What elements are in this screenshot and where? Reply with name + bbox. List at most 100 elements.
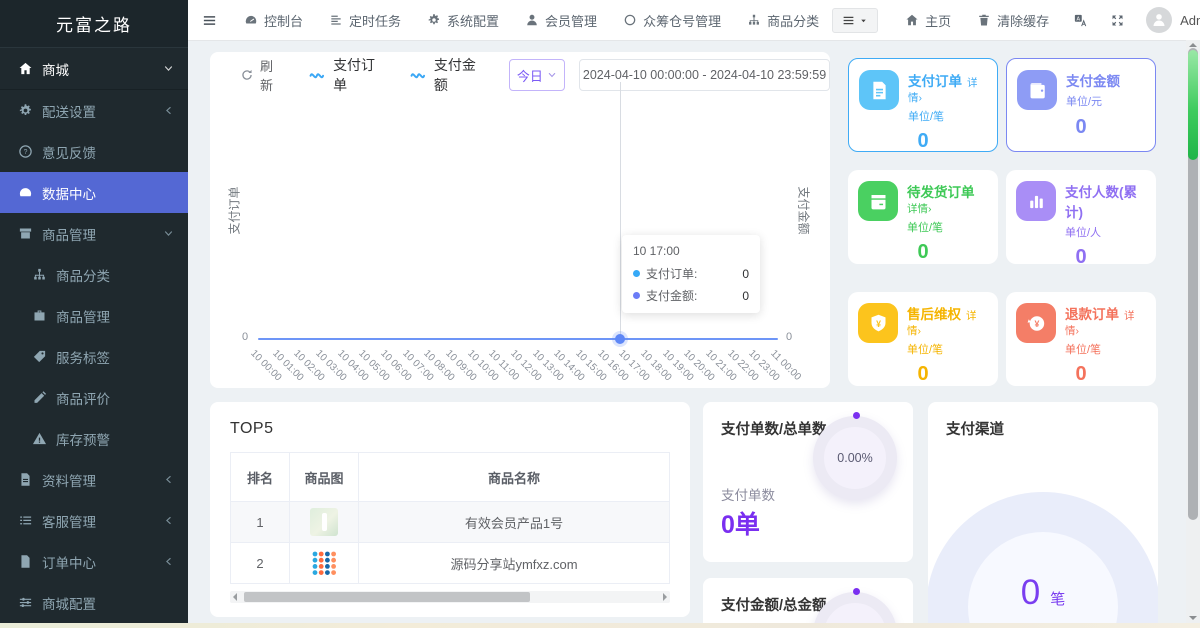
translate-button[interactable]: A bbox=[1062, 13, 1099, 28]
sidebar-item-6[interactable]: 商品管理 bbox=[0, 295, 188, 336]
nav-item-1[interactable]: 定时任务 bbox=[316, 0, 414, 40]
stat-card-5: ¥ 退款订单 详情› 单位/笔 0 bbox=[1006, 292, 1156, 386]
sidebar-toggle-button[interactable] bbox=[188, 13, 231, 28]
stat-text: 退款订单 详情› 单位/笔 bbox=[1065, 303, 1146, 357]
navbar-right: 主页 清除缓存 A Admin bbox=[832, 0, 1200, 40]
stat-value: 0 bbox=[917, 363, 929, 385]
stat-card-0: 支付订单 详情› 单位/笔 0 bbox=[848, 58, 998, 152]
archive-icon bbox=[18, 226, 33, 241]
shield-yen-icon: ¥ bbox=[868, 313, 889, 334]
table-row[interactable]: 1 有效会员产品1号 bbox=[230, 501, 670, 543]
stat-card-top: 支付订单 详情› 单位/笔 bbox=[859, 70, 987, 124]
question-icon: ? bbox=[18, 144, 33, 159]
sidebar-item-8[interactable]: 商品评价 bbox=[0, 377, 188, 418]
sidebar-item-0[interactable]: 商城 bbox=[0, 47, 188, 90]
briefcase-icon bbox=[32, 308, 47, 323]
sidebar-item-label: 配送设置 bbox=[42, 104, 96, 120]
channel-title: 支付渠道 bbox=[946, 422, 1004, 438]
scrollbar-thumb[interactable] bbox=[244, 592, 530, 602]
nav-item-label: 定时任务 bbox=[349, 13, 402, 29]
table-row[interactable]: 2 源码分享站ymfxz.com bbox=[230, 542, 670, 584]
fullscreen-button[interactable] bbox=[1099, 13, 1136, 28]
stat-unit: 单位/人 bbox=[1065, 227, 1102, 239]
top-navbar: 控制台 定时任务 系统配置 会员管理 众筹仓号管理 商品分类 主页 清除缓存 A bbox=[188, 0, 1200, 41]
tab-label: 支付订单 bbox=[333, 57, 376, 93]
scroll-left-arrow-icon[interactable] bbox=[233, 593, 237, 601]
top5-card: TOP5 排名 商品图 商品名称 1 有效会员产品1号 2 源码分享站ymfxz.co… bbox=[210, 402, 690, 617]
sidebar-item-10[interactable]: 资料管理 bbox=[0, 459, 188, 500]
hamburger-icon bbox=[202, 13, 217, 28]
tab-pay-orders[interactable]: 支付订单 bbox=[309, 55, 384, 95]
chart-series-line[interactable] bbox=[258, 338, 778, 340]
nav-item-2[interactable]: 系统配置 bbox=[414, 0, 512, 40]
sidebar-item-2[interactable]: ? 意见反馈 bbox=[0, 131, 188, 172]
stat-unit: 单位/笔 bbox=[907, 222, 944, 234]
sidebar-nav: 商城 配送设置? 意见反馈 数据中心 商品管理 商品分类 商品管理 服务标签 商品评价 库存预警资… bbox=[0, 47, 188, 623]
sidebar-item-13[interactable]: 商城配置 bbox=[0, 582, 188, 623]
sidebar-item-5[interactable]: 商品分类 bbox=[0, 254, 188, 295]
svg-text:¥: ¥ bbox=[876, 318, 881, 328]
clear-cache-button[interactable]: 清除缓存 bbox=[964, 0, 1062, 40]
vertical-scrollbar[interactable] bbox=[1186, 40, 1200, 628]
gauge-percent: 0.00% bbox=[837, 451, 873, 465]
product-thumbnail bbox=[310, 508, 338, 536]
date-range-input[interactable]: 2024-04-10 00:00:00 - 2024-04-10 23:59:5… bbox=[579, 59, 830, 91]
invoice-icon bbox=[869, 80, 890, 101]
sidebar-item-11[interactable]: 客服管理 bbox=[0, 500, 188, 541]
sidebar-item-7[interactable]: 服务标签 bbox=[0, 336, 188, 377]
nav-item-5[interactable]: 商品分类 bbox=[734, 0, 832, 40]
svg-text:¥: ¥ bbox=[1034, 318, 1039, 328]
sidebar-item-4[interactable]: 商品管理 bbox=[0, 213, 188, 254]
chevron-left-icon bbox=[163, 474, 174, 485]
home-button[interactable]: 主页 bbox=[892, 0, 964, 40]
nav-item-label: 会员管理 bbox=[545, 13, 598, 29]
chart-hover-dot bbox=[615, 334, 625, 344]
cell-rank: 1 bbox=[230, 501, 290, 543]
gauge-dot bbox=[853, 588, 860, 595]
chart-bars-icon bbox=[1026, 191, 1047, 212]
cell-name: 源码分享站ymfxz.com bbox=[358, 542, 670, 584]
chart-hover-line bbox=[620, 82, 621, 339]
avatar[interactable] bbox=[1146, 7, 1173, 33]
chevron-down-icon bbox=[163, 63, 174, 74]
sidebar-item-label: 商品分类 bbox=[56, 268, 110, 284]
refresh-button[interactable]: 刷新 bbox=[240, 56, 283, 94]
sidebar-item-3[interactable]: 数据中心 bbox=[0, 172, 188, 213]
sidebar-item-1[interactable]: 配送设置 bbox=[0, 90, 188, 131]
nav-item-4[interactable]: 众筹仓号管理 bbox=[610, 0, 734, 40]
nav-item-0[interactable]: 控制台 bbox=[231, 0, 316, 40]
home-icon bbox=[18, 61, 33, 76]
user-icon bbox=[1151, 12, 1167, 28]
nav-item-label: 商品分类 bbox=[767, 13, 820, 29]
pay-amount-ratio-card: 支付金额/总金额 0.00% bbox=[703, 578, 913, 628]
scroll-down-arrow-icon[interactable] bbox=[1189, 616, 1197, 620]
scroll-right-arrow-icon[interactable] bbox=[663, 593, 667, 601]
channel-value: 0 bbox=[1020, 572, 1041, 612]
nav-item-3[interactable]: 会员管理 bbox=[512, 0, 610, 40]
stat-card-2: 待发货订单详情› 单位/笔 0 bbox=[848, 170, 998, 264]
nav-menu-button[interactable] bbox=[832, 7, 879, 33]
tab-pay-amount[interactable]: 支付金额 bbox=[410, 55, 485, 95]
tooltip-row: 支付金额: 0 bbox=[633, 287, 749, 304]
stat-card-1: 支付金额 单位/元 0 bbox=[1006, 58, 1156, 152]
stat-text: 支付金额 单位/元 bbox=[1066, 70, 1145, 110]
stat-value: 0 bbox=[1075, 246, 1087, 268]
y-axis-left-label: 支付订单 bbox=[227, 186, 242, 235]
pay-channel-card: 支付渠道 0 笔 支付单数 bbox=[928, 402, 1158, 628]
sidebar-item-9[interactable]: 库存预警 bbox=[0, 418, 188, 459]
stat-value: 0 bbox=[917, 241, 929, 263]
user-name[interactable]: Admin bbox=[1180, 13, 1200, 28]
stat-icon-tile bbox=[859, 70, 899, 110]
sidebar-item-12[interactable]: 订单中心 bbox=[0, 541, 188, 582]
stat-icon-tile bbox=[1017, 70, 1057, 110]
circle-icon bbox=[623, 13, 637, 27]
stat-detail-link[interactable]: 详情› bbox=[907, 203, 932, 215]
nav-item-label: 众筹仓号管理 bbox=[643, 13, 722, 29]
sidebar-item-label: 商品管理 bbox=[42, 227, 96, 243]
range-select[interactable]: 今日 bbox=[508, 59, 566, 91]
table-horizontal-scrollbar[interactable] bbox=[230, 591, 670, 603]
wave-icon bbox=[309, 68, 327, 82]
scroll-up-arrow-icon[interactable] bbox=[1189, 43, 1197, 47]
tooltip-label: 支付订单: bbox=[646, 267, 698, 281]
tooltip-value: 0 bbox=[742, 266, 749, 281]
